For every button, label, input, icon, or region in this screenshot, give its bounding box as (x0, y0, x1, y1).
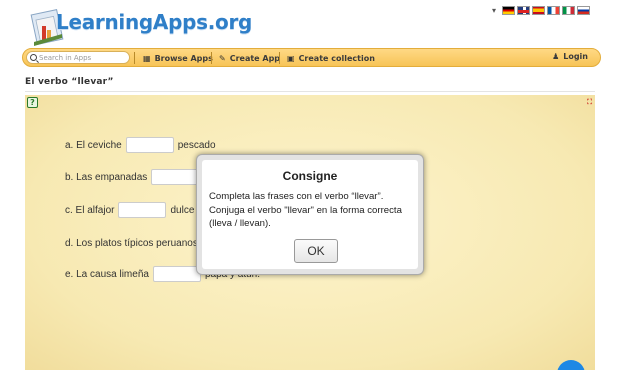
login-button[interactable]: ♟ Login (552, 52, 588, 61)
nav-divider (211, 52, 212, 64)
sentence-text: e. La causa limeña (65, 268, 149, 280)
flag-gb-icon[interactable] (517, 6, 530, 15)
flag-es-icon[interactable] (532, 6, 545, 15)
nav-divider (134, 52, 135, 64)
answer-field[interactable] (152, 266, 201, 282)
search-input[interactable] (39, 53, 127, 62)
dialog-body: Completa las frases con el verbo “llevar… (209, 191, 402, 229)
grid-icon: ▦ (143, 53, 151, 63)
user-icon: ♟ (552, 52, 560, 61)
sentence-text: b. Las empanadas (65, 171, 148, 183)
flag-fr-icon[interactable] (547, 6, 560, 15)
page-title: El verbo “llevar” (25, 77, 114, 87)
main-navbar: ▦ Browse Apps ✎ Create App ▣ Create coll… (22, 48, 601, 67)
sentence-text: pescado (177, 139, 216, 151)
login-label: Login (563, 52, 588, 61)
sentence-text: d. Los platos típicos peruanos (65, 237, 198, 249)
help-icon[interactable]: ? (27, 97, 38, 108)
dialog-panel: Consigne Completa las frases con el verb… (202, 160, 418, 269)
answer-field[interactable] (118, 202, 167, 218)
dialog-title: Consigne (282, 169, 338, 183)
chevron-down-icon[interactable]: ▾ (492, 6, 496, 15)
flag-ru-icon[interactable] (577, 6, 590, 15)
sentence-b: b. Las empanadas (65, 169, 203, 185)
instructions-dialog: Consigne Completa las frases con el verb… (196, 154, 424, 275)
language-selector[interactable]: ▾ (492, 6, 590, 15)
sentence-text: dulce (170, 204, 195, 216)
create-collection-label: Create collection (298, 53, 375, 63)
sentence-text: c. El alfajor (65, 204, 115, 216)
browse-apps-link[interactable]: ▦ Browse Apps (143, 52, 213, 64)
create-collection-link[interactable]: ▣ Create collection (287, 52, 375, 64)
search-icon (30, 54, 37, 61)
search-box[interactable] (26, 51, 130, 64)
sentence-c: c. El alfajor dulce (65, 202, 194, 218)
create-app-link[interactable]: ✎ Create App (219, 52, 280, 64)
title-divider (25, 91, 595, 92)
sentence-a: a. El ceviche pescado (65, 137, 216, 153)
collection-icon: ▣ (287, 53, 295, 63)
flag-it-icon[interactable] (562, 6, 575, 15)
answer-field[interactable] (151, 169, 200, 185)
sentence-text: a. El ceviche (65, 139, 122, 151)
flag-de-icon[interactable] (502, 6, 515, 15)
page: LearningApps.org ▾ ▦ Browse Apps ✎ Creat… (0, 0, 620, 370)
ok-button[interactable]: OK (294, 239, 338, 263)
nav-divider (279, 52, 280, 64)
create-app-label: Create App (229, 53, 281, 63)
site-logo[interactable]: LearningApps.org (56, 10, 252, 34)
pencil-icon: ✎ (219, 53, 226, 63)
browse-apps-label: Browse Apps (154, 53, 213, 63)
fullscreen-icon[interactable]: ⛶ (587, 98, 592, 107)
answer-field[interactable] (125, 137, 174, 153)
